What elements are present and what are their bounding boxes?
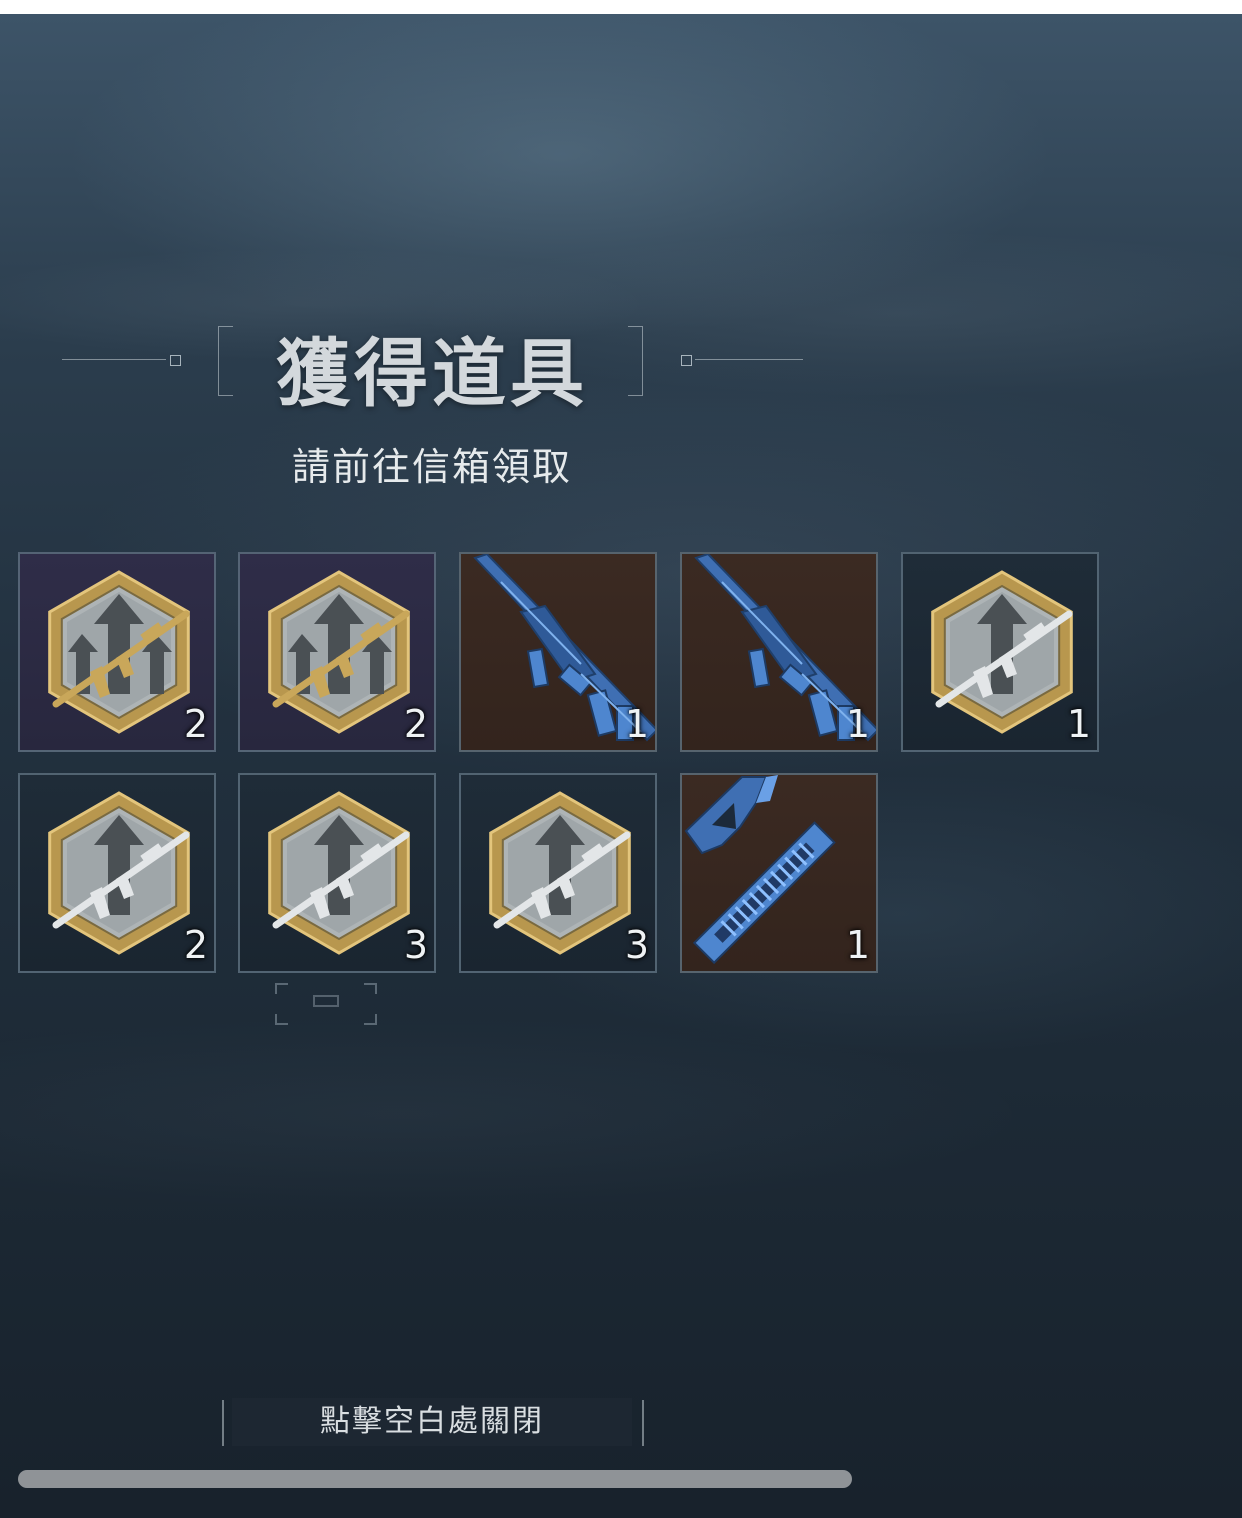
item-quantity: 2	[183, 923, 208, 967]
reward-screen[interactable]: 獲得道具 請前往信箱領取 2 2 1 1 1 2 3 3 1 點擊空白處關閉	[0, 14, 1242, 1518]
dialog-subtitle: 請前往信箱領取	[291, 445, 572, 489]
reward-item-slot[interactable]: 1	[680, 552, 878, 752]
title-left-line	[62, 359, 166, 360]
reward-item-slot[interactable]: 1	[901, 552, 1099, 752]
reward-item-slot[interactable]: 1	[459, 552, 657, 752]
close-hint-button[interactable]: 點擊空白處關閉	[232, 1398, 632, 1446]
title-right-line	[695, 359, 803, 360]
close-hint-right-bar	[642, 1400, 644, 1446]
title-right-bracket	[628, 326, 643, 396]
reward-item-slot[interactable]: 2	[238, 552, 436, 752]
horizontal-scrollbar[interactable]	[18, 1470, 852, 1488]
item-quantity: 1	[845, 923, 870, 967]
title-left-bracket	[218, 326, 233, 396]
reward-item-slot[interactable]: 3	[459, 773, 657, 973]
item-quantity: 1	[624, 702, 649, 746]
title-right-square	[681, 355, 692, 366]
empty-slot-placeholder	[275, 983, 377, 1025]
reward-item-slot[interactable]: 3	[238, 773, 436, 973]
item-quantity: 3	[403, 923, 428, 967]
item-quantity: 2	[183, 702, 208, 746]
reward-item-slot[interactable]: 2	[18, 552, 216, 752]
item-quantity: 2	[403, 702, 428, 746]
dialog-title: 獲得道具	[276, 331, 588, 417]
title-left-square	[170, 355, 181, 366]
reward-item-slot[interactable]: 2	[18, 773, 216, 973]
item-quantity: 1	[845, 702, 870, 746]
item-quantity: 3	[624, 923, 649, 967]
reward-item-slot[interactable]: 1	[680, 773, 878, 973]
background-haze	[0, 14, 1242, 1518]
item-quantity: 1	[1066, 702, 1091, 746]
close-hint-left-bar	[222, 1400, 224, 1446]
